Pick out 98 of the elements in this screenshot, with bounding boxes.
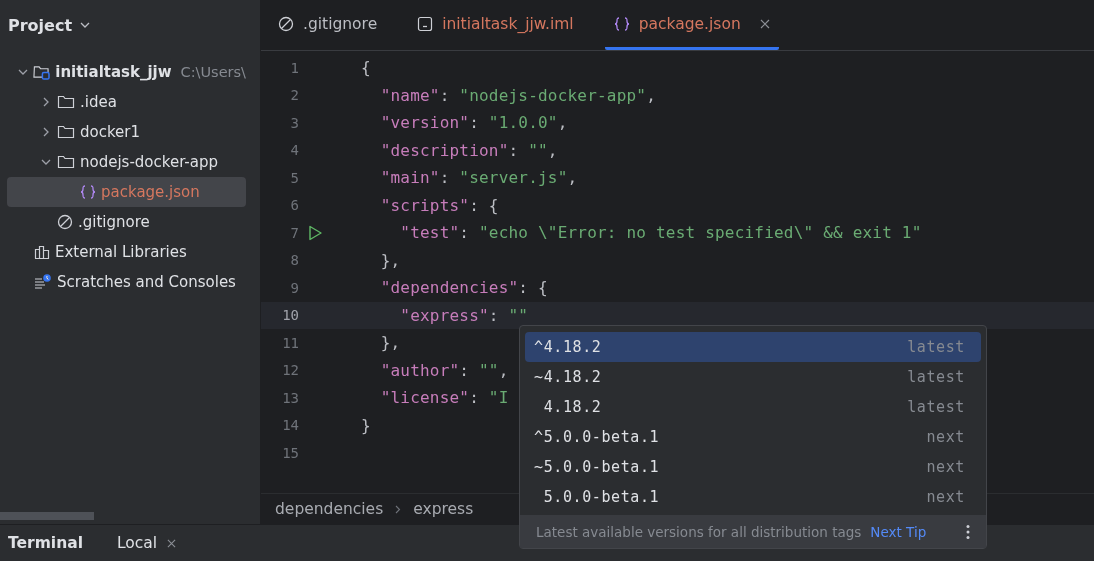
line-number: 15 bbox=[281, 444, 299, 461]
tree-item[interactable]: .idea bbox=[7, 87, 246, 117]
chevron-down-icon[interactable] bbox=[41, 157, 51, 167]
tree-item-label: package.json bbox=[101, 183, 200, 201]
tag-label: next bbox=[926, 488, 965, 506]
run-icon[interactable] bbox=[307, 224, 323, 241]
chevron-right-icon bbox=[395, 504, 402, 514]
version-label: 5.0.0-beta.1 bbox=[542, 488, 660, 506]
tree-item-label: .idea bbox=[80, 93, 117, 111]
completion-item[interactable]: ^4.18.2 latest bbox=[525, 332, 981, 362]
folder-icon bbox=[57, 124, 75, 140]
line-number: 3 bbox=[289, 114, 299, 131]
tag-label: next bbox=[926, 428, 965, 446]
tag-label: latest bbox=[907, 398, 965, 416]
line-number: 1 bbox=[289, 59, 299, 76]
breadcrumb[interactable]: dependencies bbox=[275, 500, 384, 518]
code-line: "express": "" bbox=[399, 305, 529, 325]
code-line: "version": "1.0.0", bbox=[379, 113, 568, 133]
completion-item[interactable]: ~4.18.2 latest bbox=[525, 362, 981, 392]
code-line: "main": "server.js", bbox=[379, 168, 578, 188]
line-number: 8 bbox=[289, 252, 299, 269]
editor-tab[interactable]: package.json bbox=[604, 0, 779, 50]
scrollbar[interactable] bbox=[0, 512, 94, 520]
tree-item[interactable]: External Libraries bbox=[7, 237, 246, 267]
code-line: "dependencies": { bbox=[379, 278, 548, 298]
tree-item-label: .gitignore bbox=[78, 213, 150, 231]
version-label: ~5.0.0-beta.1 bbox=[534, 458, 660, 476]
braces-icon bbox=[80, 184, 96, 200]
line-number: 11 bbox=[281, 334, 299, 351]
folder-icon bbox=[57, 94, 75, 110]
line-number: 7 bbox=[289, 224, 299, 241]
breadcrumb[interactable]: express bbox=[413, 500, 474, 518]
close-icon[interactable] bbox=[759, 18, 770, 29]
code-line: "test": "echo \"Error: no test specified\" && exit 1" bbox=[399, 223, 922, 243]
line-number: 2 bbox=[289, 87, 299, 104]
tag-label: latest bbox=[907, 368, 965, 386]
module-folder-icon bbox=[33, 64, 51, 80]
code-line: }, bbox=[379, 250, 401, 270]
editor-tab[interactable]: .gitignore bbox=[269, 0, 387, 50]
more-icon[interactable] bbox=[966, 523, 970, 540]
version-label: ^5.0.0-beta.1 bbox=[534, 428, 660, 446]
tree-item[interactable]: nodejs-docker-app bbox=[7, 147, 246, 177]
completion-item[interactable]: 4.18.2 latest bbox=[525, 392, 981, 422]
version-label: ~4.18.2 bbox=[534, 368, 602, 386]
completion-item[interactable]: ^5.0.0-beta.1 next bbox=[525, 422, 981, 452]
chevron-down-icon[interactable] bbox=[17, 67, 28, 77]
tree-item-label: nodejs-docker-app bbox=[80, 153, 218, 171]
line-number: 4 bbox=[289, 142, 299, 159]
scratches-icon bbox=[34, 274, 52, 290]
code-line: "description": "", bbox=[379, 140, 558, 160]
tree-item-label: initialtask_jjw bbox=[55, 63, 172, 81]
version-label: ^4.18.2 bbox=[534, 338, 602, 356]
tree-item-label: External Libraries bbox=[55, 243, 187, 261]
module-file-icon bbox=[417, 15, 434, 32]
line-number: 6 bbox=[289, 197, 299, 214]
completion-item[interactable]: ~5.0.0-beta.1 next bbox=[525, 452, 981, 482]
line-number: 14 bbox=[281, 417, 299, 434]
completion-item[interactable]: 5.0.0-beta.1 next bbox=[525, 482, 981, 512]
tree-item[interactable]: docker1 bbox=[7, 117, 246, 147]
prohibited-icon bbox=[57, 214, 73, 230]
chevron-down-icon[interactable] bbox=[80, 22, 91, 28]
code-line: "scripts": { bbox=[379, 195, 499, 215]
line-number: 12 bbox=[281, 362, 299, 379]
line-number: 9 bbox=[289, 279, 299, 296]
line-number: 5 bbox=[289, 169, 299, 186]
code-line: } bbox=[361, 415, 371, 435]
code-line: "name": "nodejs-docker-app", bbox=[379, 85, 656, 105]
close-icon[interactable] bbox=[167, 538, 177, 548]
chevron-right-icon[interactable] bbox=[41, 97, 51, 107]
terminal-tab[interactable]: Local bbox=[116, 534, 177, 552]
tab-label: package.json bbox=[638, 14, 741, 33]
folder-icon bbox=[57, 154, 75, 170]
code-line: "license": "I bbox=[379, 388, 509, 408]
tag-label: latest bbox=[907, 338, 965, 356]
tree-item-label: docker1 bbox=[80, 123, 141, 141]
hint-text: Latest available versions for all distribution tags bbox=[536, 523, 862, 540]
tab-label: .gitignore bbox=[303, 14, 378, 33]
code-line: }, bbox=[379, 333, 401, 353]
code-line: "author": "", bbox=[379, 360, 509, 380]
tree-item[interactable]: .gitignore bbox=[7, 207, 246, 237]
library-icon bbox=[34, 244, 50, 260]
tree-item[interactable]: Scratches and Consoles bbox=[7, 267, 246, 297]
tree-item[interactable]: initialtask_jjw C:\Users\ bbox=[7, 57, 246, 87]
code-line: { bbox=[361, 58, 371, 78]
prohibited-icon bbox=[278, 15, 294, 32]
panel-title: Terminal bbox=[8, 534, 83, 552]
tab-label: Local bbox=[116, 534, 158, 552]
line-number: 13 bbox=[281, 389, 299, 406]
braces-icon bbox=[613, 15, 630, 32]
project-path: C:\Users\ bbox=[180, 64, 246, 80]
tab-label: initialtask_jjw.iml bbox=[442, 14, 574, 33]
tag-label: next bbox=[926, 458, 965, 476]
editor-tab[interactable]: initialtask_jjw.iml bbox=[408, 0, 583, 50]
line-number: 10 bbox=[281, 307, 299, 324]
version-label: 4.18.2 bbox=[542, 398, 602, 416]
chevron-right-icon[interactable] bbox=[41, 127, 51, 137]
panel-title[interactable]: Project bbox=[8, 15, 73, 35]
tree-item-label: Scratches and Consoles bbox=[57, 273, 236, 291]
